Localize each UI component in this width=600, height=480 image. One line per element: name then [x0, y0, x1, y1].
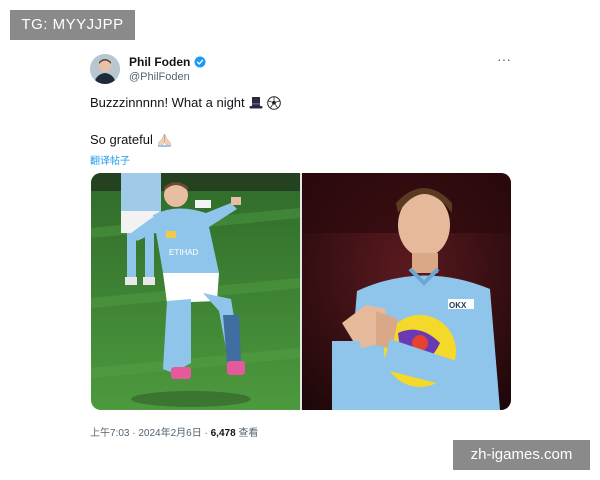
tweet-text: Buzzzinnnnn! What a night: [90, 95, 245, 110]
photo-celebration[interactable]: ETIHAD: [91, 173, 300, 410]
tweet-meta: 上午7:03 · 2024年2月6日 · 6,478 查看: [90, 424, 258, 439]
more-options-icon[interactable]: ···: [494, 52, 514, 68]
top-hat-icon: [249, 96, 263, 108]
watermark-top-left: TG: MYYJJPP: [10, 10, 135, 40]
media-grid: ETIHAD OKX: [91, 173, 511, 410]
tweet-text-line-1: Buzzzinnnnn! What a night: [90, 95, 281, 110]
author-name-row: Phil Foden: [129, 55, 206, 69]
photo-portrait[interactable]: OKX: [302, 173, 511, 410]
watermark-bottom-right: zh-igames.com: [453, 440, 590, 470]
soccer-ball-icon: [266, 95, 281, 110]
avatar[interactable]: [90, 54, 120, 84]
tweet-text: So grateful: [90, 132, 153, 147]
praying-hands-icon: [157, 133, 172, 147]
verified-badge-icon: [194, 56, 206, 68]
translate-post-link[interactable]: 翻译帖子: [90, 152, 130, 167]
svg-text:ETIHAD: ETIHAD: [169, 248, 199, 257]
view-count: 6,478: [210, 428, 236, 439]
svg-text:OKX: OKX: [449, 301, 467, 310]
views-label: 查看: [235, 428, 259, 439]
author-handle[interactable]: @PhilFoden: [129, 71, 190, 83]
tweet-text-line-2: So grateful: [90, 132, 172, 147]
timestamp[interactable]: 上午7:03 · 2024年2月6日 ·: [90, 428, 211, 439]
tweet-card: Phil Foden @PhilFoden ··· Buzzzinnnnn! W…: [78, 42, 524, 440]
display-name[interactable]: Phil Foden: [129, 55, 190, 69]
